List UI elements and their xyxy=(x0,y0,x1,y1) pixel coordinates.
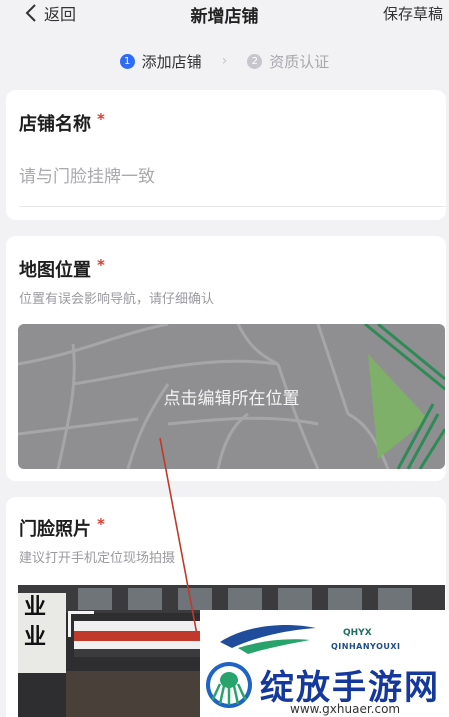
map-location-title: 地图位置 * xyxy=(19,256,105,282)
window xyxy=(178,588,212,610)
shop-sign: 业 业 xyxy=(18,593,66,673)
page-title: 新增店铺 xyxy=(190,7,259,27)
step-number: 2 xyxy=(247,53,263,69)
store-name-title: 店铺名称 * xyxy=(19,110,105,136)
save-draft-button[interactable]: 保存草稿 xyxy=(383,3,443,24)
step-qualification: 2 资质认证 xyxy=(247,51,329,72)
watermark-latin-2: QINHANYOUXI xyxy=(331,642,401,651)
step-add-store: 1 添加店铺 xyxy=(119,51,202,72)
site-watermark: QHYX QINHANYOUXI 绽放手游网 www.gxhuaer.com xyxy=(200,610,449,717)
input-underline xyxy=(19,206,446,207)
watermark-url: www.gxhuaer.com xyxy=(290,702,401,716)
step-label: 添加店铺 xyxy=(141,52,202,71)
step-number: 1 xyxy=(119,53,135,69)
required-mark: * xyxy=(97,515,105,533)
storefront-photo-hint: 建议打开手机定位现场拍摄 xyxy=(19,551,176,566)
required-mark: * xyxy=(97,110,105,128)
window xyxy=(228,588,262,610)
window xyxy=(328,588,362,610)
swoosh-logo-icon xyxy=(220,624,316,654)
viewfinder-corner xyxy=(68,611,94,637)
window xyxy=(128,588,162,610)
map-location-card: 地图位置 * 位置有误会影响导航，请仔细确认 点击编辑所在位置 xyxy=(6,236,446,481)
sign-text: 业 xyxy=(24,595,47,620)
map-location-hint: 位置有误会影响导航，请仔细确认 xyxy=(19,292,215,307)
window xyxy=(278,588,312,610)
building-facade xyxy=(18,585,445,613)
store-name-card: 店铺名称 * 请与门脸挂牌一致 xyxy=(6,90,446,220)
map-location-label: 地图位置 xyxy=(19,260,91,281)
chevron-right-icon: › xyxy=(221,53,228,69)
step-label: 资质认证 xyxy=(269,52,330,71)
storefront-photo-title: 门脸照片 * xyxy=(19,515,105,541)
storefront-photo-label: 门脸照片 xyxy=(19,519,91,540)
map-edit-label: 点击编辑所在位置 xyxy=(163,389,300,409)
window xyxy=(378,588,412,610)
step-indicator: 1 添加店铺 › 2 资质认证 xyxy=(0,48,449,74)
watermark-latin-1: QHYX xyxy=(343,628,372,638)
store-name-label: 店铺名称 xyxy=(19,114,91,135)
store-name-input[interactable]: 请与门脸挂牌一致 xyxy=(19,162,155,187)
sign-text: 业 xyxy=(24,625,47,650)
required-mark: * xyxy=(97,256,105,274)
map-picker[interactable]: 点击编辑所在位置 xyxy=(18,324,445,469)
top-nav-bar: 返回 新增店铺 保存草稿 xyxy=(0,0,449,28)
window xyxy=(78,588,112,610)
octopus-mascot-icon xyxy=(206,662,252,708)
